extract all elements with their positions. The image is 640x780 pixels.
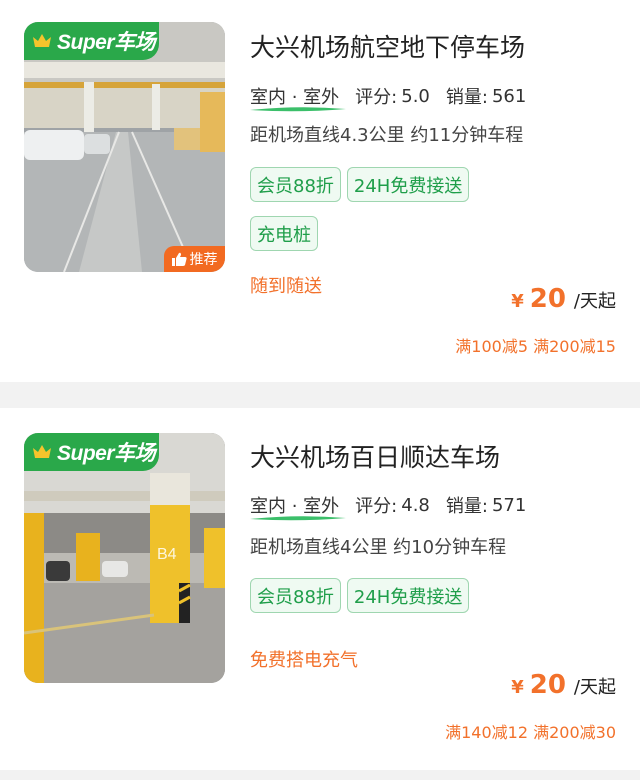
sales-value: 571 [491, 494, 527, 516]
rating-value: 5.0 [401, 85, 430, 107]
price-unit: /天起 [573, 291, 616, 312]
distance-text: 距机场直线4公里 约10分钟车程 [250, 537, 507, 558]
parking-lot-name[interactable]: 大兴机场百日顺达车场 [250, 438, 500, 474]
svg-text:B4: B4 [157, 546, 177, 563]
parking-lot-card[interactable]: Super车场 推荐 大兴机场航空地下停车场 室内 · 室外 评分: 5.0 销… [0, 0, 640, 382]
crown-icon [33, 445, 51, 458]
price-unit: /天起 [573, 677, 616, 698]
parking-lot-photo[interactable]: B4 Super车场 [24, 433, 225, 683]
feature-tag: 24H免费接送 [346, 578, 470, 613]
rating-value: 4.8 [401, 494, 430, 516]
recommend-badge: 推荐 [164, 246, 225, 272]
super-lot-badge: Super车场 [24, 22, 159, 60]
feature-tag: 会员88折 [250, 578, 341, 613]
feature-tag: 24H免费接送 [346, 167, 470, 202]
parking-lot-photo[interactable]: Super车场 推荐 [24, 22, 225, 272]
price-amount: 20 [529, 670, 566, 700]
highlight-swoosh-icon [250, 516, 346, 521]
super-lot-badge-text: Super车场 [57, 31, 156, 54]
feature-tags: 会员88折 24H免费接送 [250, 578, 620, 627]
sales-label: 销量: [445, 496, 488, 517]
rating-label: 评分: [355, 496, 398, 517]
parking-lot-list: Super车场 推荐 大兴机场航空地下停车场 室内 · 室外 评分: 5.0 销… [0, 0, 640, 780]
crown-icon [33, 34, 51, 47]
recommend-label: 推荐 [189, 252, 218, 268]
distance-text: 距机场直线4.3公里 约11分钟车程 [250, 125, 524, 146]
price-amount: 20 [529, 284, 566, 314]
parking-type: 室内 · 室外 [250, 83, 346, 112]
price: ¥ 20 /天起 [511, 670, 616, 700]
price: ¥ 20 /天起 [511, 284, 616, 314]
discount-text: 满140减12 满200减30 [445, 723, 616, 742]
rating-label: 评分: [355, 87, 398, 108]
service-note: 免费搭电充气 [250, 650, 358, 671]
super-lot-badge: Super车场 [24, 433, 159, 471]
highlight-swoosh-icon [250, 107, 346, 112]
parking-lot-name[interactable]: 大兴机场航空地下停车场 [250, 28, 525, 64]
parking-lot-card[interactable]: B4 Super车场 大兴机场百日顺达车场 室内 · 室外 评分: 4.8 销量… [0, 408, 640, 770]
discount-text: 满100减5 满200减15 [455, 337, 616, 356]
service-note: 随到随送 [250, 276, 322, 297]
parking-lot-meta: 室内 · 室外 评分: 4.8 销量: 571 [250, 490, 527, 521]
currency-symbol: ¥ [511, 291, 524, 312]
parking-lot-meta: 室内 · 室外 评分: 5.0 销量: 561 [250, 81, 527, 112]
sales-label: 销量: [445, 87, 488, 108]
sales-value: 561 [491, 85, 527, 107]
currency-symbol: ¥ [511, 677, 524, 698]
thumbs-up-icon [171, 252, 187, 266]
super-lot-badge-text: Super车场 [57, 442, 156, 465]
feature-tags: 会员88折 24H免费接送 充电桩 [250, 167, 620, 265]
feature-tag: 充电桩 [250, 216, 318, 251]
parking-type: 室内 · 室外 [250, 492, 346, 521]
feature-tag: 会员88折 [250, 167, 341, 202]
